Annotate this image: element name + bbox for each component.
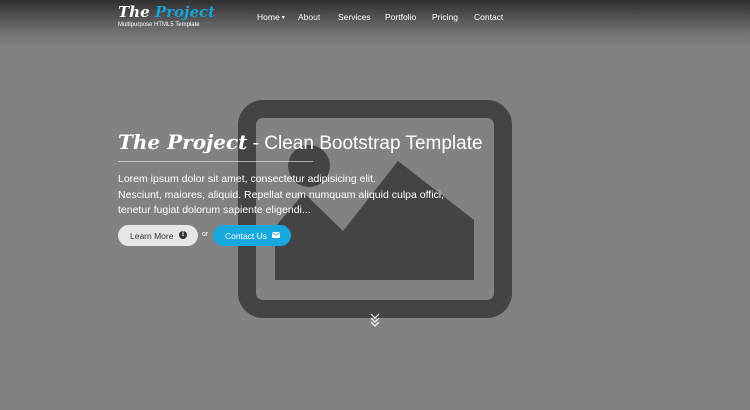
hero-title-rest: - Clean Bootstrap Template	[247, 133, 483, 154]
nav-item-contact[interactable]: Contact	[474, 12, 503, 22]
header-bar	[0, 0, 750, 48]
logo-prefix: The	[118, 3, 155, 21]
nav-item-pricing[interactable]: Pricing	[432, 12, 458, 22]
nav-item-label: Pricing	[432, 12, 458, 22]
nav-item-label: Services	[338, 12, 371, 22]
chevron-down-icon: ▾	[281, 15, 285, 21]
or-separator: or	[202, 231, 209, 238]
hero-title-brand: The Project	[118, 130, 248, 154]
site-logo[interactable]: The Project	[118, 3, 215, 21]
double-chevron-down-icon[interactable]	[369, 313, 381, 327]
nav-item-label: Home	[257, 12, 280, 22]
hero-title: The Project - Clean Bootstrap Template	[118, 130, 483, 155]
nav-item-portfolio[interactable]: Portfolio	[385, 12, 416, 22]
nav-item-services[interactable]: Services	[338, 12, 371, 22]
hero-lead-text: Lorem ipsum dolor sit amet, consectetur …	[118, 172, 478, 219]
nav-item-label: Contact	[474, 12, 504, 22]
lead-line: Lorem ipsum dolor sit amet, consectetur …	[118, 173, 376, 185]
learn-more-label: Learn More	[130, 231, 174, 241]
envelope-icon	[272, 232, 280, 238]
title-divider	[118, 161, 313, 162]
learn-more-button[interactable]: Learn More i	[118, 225, 198, 246]
contact-us-button[interactable]: Contact Us	[213, 225, 291, 246]
lead-line: tenetur fugiat dolorum sapiente eligendi…	[118, 204, 311, 216]
nav-item-about[interactable]: About	[298, 12, 320, 22]
lead-line: Nesciunt, maiores, aliquid. Repellat eum…	[118, 188, 445, 201]
logo-accent: Project	[154, 3, 216, 21]
site-tagline: Multipurpose HTML5 Template	[118, 22, 200, 28]
hero-section: The Project Multipurpose HTML5 Template …	[0, 0, 750, 410]
contact-us-label: Contact Us	[225, 231, 268, 241]
nav-item-home[interactable]: Home ▾	[257, 12, 285, 22]
nav-item-label: Portfolio	[385, 12, 417, 22]
nav-item-label: About	[298, 12, 321, 22]
info-circle-icon: i	[179, 231, 187, 239]
